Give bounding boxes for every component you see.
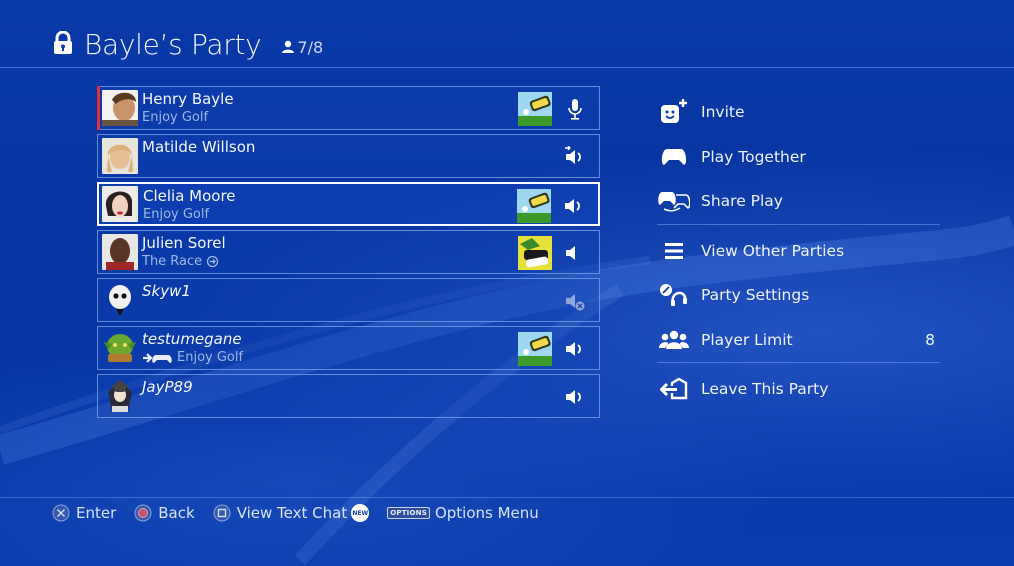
list-icon: [657, 237, 691, 265]
member-row[interactable]: Clelia Moore Enjoy Golf: [97, 182, 600, 226]
member-name: Henry Bayle: [142, 90, 234, 108]
game-thumbnail-enjoy-golf: [518, 332, 552, 366]
hint-label: Enter: [76, 504, 117, 522]
cross-button-icon: [52, 504, 70, 522]
speaker-on-icon: [563, 338, 587, 360]
controller-icon: [657, 143, 691, 171]
person-icon: [282, 40, 295, 53]
avatar: [102, 234, 138, 270]
hint-enter[interactable]: Enter: [52, 504, 116, 522]
menu-divider: [657, 223, 940, 225]
invite-icon: [657, 98, 691, 126]
member-name: JayP89: [142, 378, 193, 396]
speaker-on-icon: [563, 386, 587, 408]
avatar: [102, 378, 138, 414]
member-row[interactable]: Matilde Willson: [97, 134, 600, 178]
share-play-icon: [657, 187, 691, 215]
speaker-low-icon: [563, 242, 587, 264]
menu-label: Invite: [701, 103, 745, 122]
member-row[interactable]: JayP89: [97, 374, 600, 418]
hint-label: Back: [158, 504, 195, 522]
speaker-transfer-icon: [563, 145, 587, 168]
member-status: Enjoy Golf: [142, 110, 209, 125]
join-game-icon: [143, 352, 172, 363]
button-hints: Enter Back View Text Chat NEW OPTIONS Op…: [52, 504, 557, 522]
speaker-on-icon: [562, 195, 586, 217]
menu-item-player-limit[interactable]: Player Limit 8: [657, 318, 940, 363]
hint-options[interactable]: OPTIONS Options Menu: [387, 504, 539, 522]
game-thumbnail-the-race: [518, 236, 552, 270]
avatar: [102, 330, 138, 366]
member-name: Clelia Moore: [143, 187, 236, 205]
menu-item-view-other-parties[interactable]: View Other Parties: [657, 229, 940, 274]
game-thumbnail-enjoy-golf: [518, 92, 552, 126]
member-name: Skyw1: [142, 282, 191, 300]
leave-icon: [657, 375, 691, 403]
member-row[interactable]: Julien Sorel The Race: [97, 230, 600, 274]
avatar: [102, 186, 138, 222]
hint-back[interactable]: Back: [134, 504, 195, 522]
menu-item-party-settings[interactable]: Party Settings: [657, 273, 940, 318]
member-name: Matilde Willson: [142, 138, 256, 156]
player-limit-value: 8: [925, 330, 935, 349]
hint-text-chat[interactable]: View Text Chat NEW: [213, 504, 370, 522]
hint-label: View Text Chat: [236, 504, 348, 522]
party-menu: Invite Play Together Share Play View Oth…: [657, 90, 940, 412]
circle-button-icon: [134, 504, 152, 522]
member-list: Henry Bayle Enjoy Golf Matilde Willson C…: [97, 86, 600, 422]
menu-label: Play Together: [701, 147, 806, 166]
new-badge: NEW: [351, 504, 370, 522]
square-button-icon: [213, 504, 231, 522]
party-settings-icon: [657, 281, 691, 309]
member-count: 7/8: [281, 38, 323, 57]
header-divider: [0, 67, 1014, 68]
party-header: Bayle’s Party 7/8: [52, 28, 323, 61]
menu-label: Player Limit: [701, 330, 793, 349]
menu-item-share-play[interactable]: Share Play: [657, 179, 940, 224]
game-thumbnail-enjoy-golf: [517, 189, 551, 223]
menu-item-leave-party[interactable]: Leave This Party: [657, 367, 940, 412]
member-status-text: Enjoy Golf: [177, 350, 244, 365]
member-row[interactable]: Skyw1: [97, 278, 600, 322]
speaker-muted-icon: [563, 290, 587, 312]
menu-item-invite[interactable]: Invite: [657, 90, 940, 135]
member-name: testumegane: [142, 330, 242, 348]
menu-label: View Other Parties: [701, 241, 845, 260]
member-count-text: 7/8: [297, 37, 324, 57]
circle-arrow-icon: [207, 255, 219, 268]
avatar: [102, 90, 138, 126]
microphone-icon: [563, 98, 587, 120]
avatar: [102, 138, 138, 174]
member-status: The Race: [142, 254, 219, 269]
member-name: Julien Sorel: [142, 234, 226, 252]
member-status-text: The Race: [142, 254, 203, 269]
menu-label: Party Settings: [701, 286, 810, 305]
menu-item-play-together[interactable]: Play Together: [657, 135, 940, 180]
avatar: [102, 282, 138, 318]
member-row[interactable]: testumegane Enjoy Golf: [97, 326, 600, 370]
options-button-icon: OPTIONS: [387, 507, 430, 519]
footer-divider: [0, 497, 1014, 498]
member-row[interactable]: Henry Bayle Enjoy Golf: [97, 86, 600, 130]
hint-label: Options Menu: [434, 504, 539, 522]
lock-icon: [52, 30, 74, 59]
page-title: Bayle’s Party: [84, 28, 262, 61]
menu-label: Leave This Party: [701, 380, 829, 399]
menu-label: Share Play: [701, 192, 783, 211]
players-icon: [657, 326, 691, 354]
member-status: Enjoy Golf: [143, 207, 210, 222]
member-status: Enjoy Golf: [142, 350, 243, 365]
menu-divider: [657, 362, 940, 363]
